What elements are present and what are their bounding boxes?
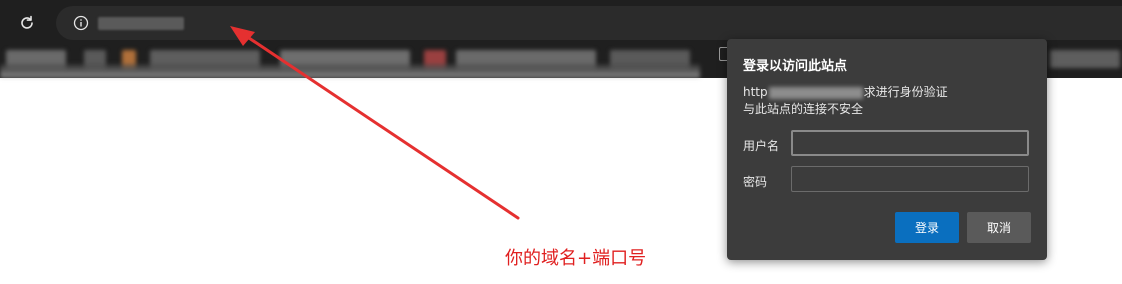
dialog-warning: 与此站点的连接不安全 [743, 102, 864, 116]
auth-dialog: 登录以访问此站点 http 求进行身份验证 与此站点的连接不安全 用户名 密码 登… [727, 39, 1047, 260]
bookmark-redacted[interactable] [1050, 50, 1120, 68]
dialog-message-suffix: 求进行身份验证 [863, 85, 948, 99]
reload-button[interactable] [14, 10, 40, 36]
password-input[interactable] [791, 166, 1029, 192]
dialog-title: 登录以访问此站点 [743, 59, 848, 74]
reload-icon [21, 15, 33, 29]
address-url-redacted [98, 17, 184, 30]
bookmarks-fade [0, 64, 700, 78]
site-info-button[interactable] [72, 14, 90, 32]
annotation-text: 你的域名+端口号 [505, 248, 647, 269]
login-button[interactable]: 登录 [895, 212, 959, 243]
username-input[interactable] [791, 130, 1029, 156]
address-bar[interactable] [56, 6, 1122, 40]
dialog-message: http 求进行身份验证 [743, 83, 948, 100]
username-label: 用户名 [743, 139, 780, 153]
dialog-message-prefix: http [743, 85, 768, 99]
info-icon [73, 15, 89, 31]
cancel-button[interactable]: 取消 [967, 212, 1031, 243]
redacted-url [768, 86, 863, 99]
password-label: 密码 [743, 175, 768, 189]
